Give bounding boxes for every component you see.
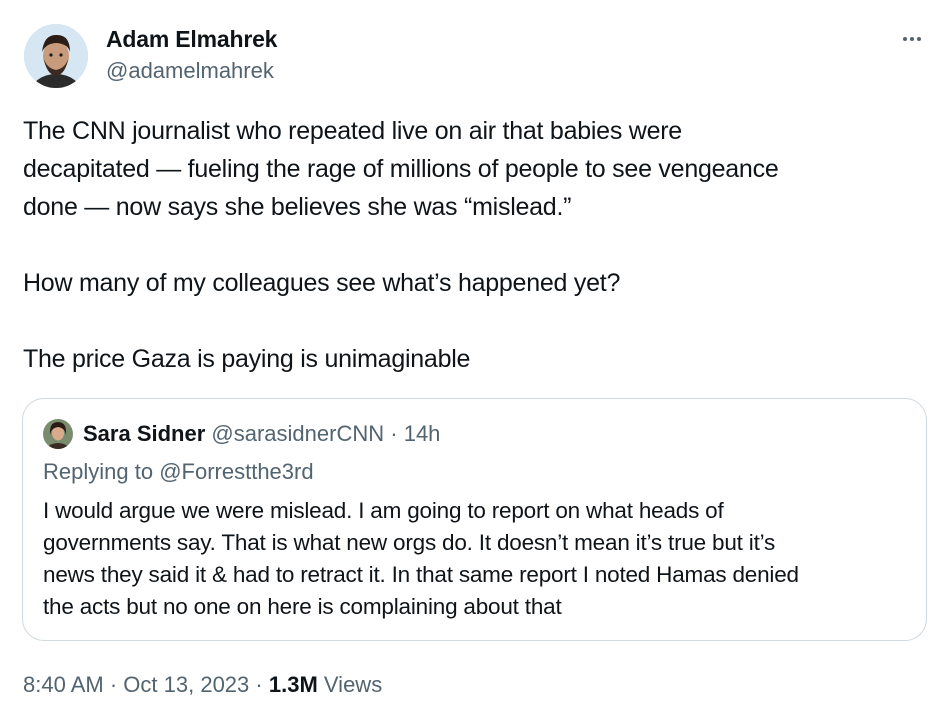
quoted-author-name[interactable]: Sara Sidner [83, 421, 205, 446]
tweet-date[interactable]: Oct 13, 2023 [123, 672, 249, 697]
tweet-card: Adam Elmahrek @adamelmahrek The CNN jour… [0, 0, 940, 720]
replying-to: Replying to @Forrestthe3rd [43, 457, 314, 487]
tweet-meta: 8:40 AM · Oct 13, 2023 · 1.3M Views [23, 670, 382, 700]
replying-to-label: Replying to [43, 459, 154, 484]
tweet-line: The CNN journalist who repeated live on … [23, 117, 682, 145]
quoted-text: I would argue we were mislead. I am goin… [43, 495, 913, 623]
views-count[interactable]: 1.3M [269, 672, 318, 697]
quoted-header: Sara Sidner @sarasidnerCNN · 14h [83, 419, 440, 449]
author-handle[interactable]: @adamelmahrek [106, 58, 274, 84]
replying-to-mention[interactable]: @Forrestthe3rd [159, 459, 313, 484]
author-avatar[interactable] [24, 24, 88, 88]
quoted-author-avatar[interactable] [43, 419, 73, 449]
author-name[interactable]: Adam Elmahrek [106, 26, 277, 53]
quoted-timestamp[interactable]: 14h [404, 421, 441, 446]
tweet-line: decapitated — fueling the rage of millio… [23, 155, 779, 183]
quoted-line: news they said it & had to retract it. I… [43, 562, 799, 587]
tweet-line: done — now says she believes she was “mi… [23, 193, 572, 221]
quoted-separator: · [390, 421, 398, 446]
meta-separator: · [255, 672, 263, 697]
meta-separator: · [109, 672, 118, 697]
tweet-line: The price Gaza is paying is unimaginable [23, 345, 471, 373]
quoted-line: the acts but no one on here is complaini… [43, 594, 562, 619]
tweet-time[interactable]: 8:40 AM [23, 672, 104, 697]
quoted-tweet[interactable]: Sara Sidner @sarasidnerCNN · 14h Replyin… [22, 398, 927, 641]
quoted-line: I would argue we were mislead. I am goin… [43, 498, 724, 523]
views-label: Views [323, 672, 383, 697]
more-horizontal-icon[interactable] [894, 24, 930, 54]
tweet-text: The CNN journalist who repeated live on … [23, 112, 913, 378]
quoted-author-handle[interactable]: @sarasidnerCNN [211, 421, 384, 446]
tweet-paragraph: The price Gaza is paying is unimaginable [23, 340, 913, 378]
tweet-paragraph: How many of my colleagues see what’s hap… [23, 264, 913, 302]
tweet-line: How many of my colleagues see what’s hap… [23, 269, 621, 297]
quoted-line: governments say. That is what new orgs d… [43, 530, 776, 555]
tweet-paragraph: The CNN journalist who repeated live on … [23, 112, 913, 226]
